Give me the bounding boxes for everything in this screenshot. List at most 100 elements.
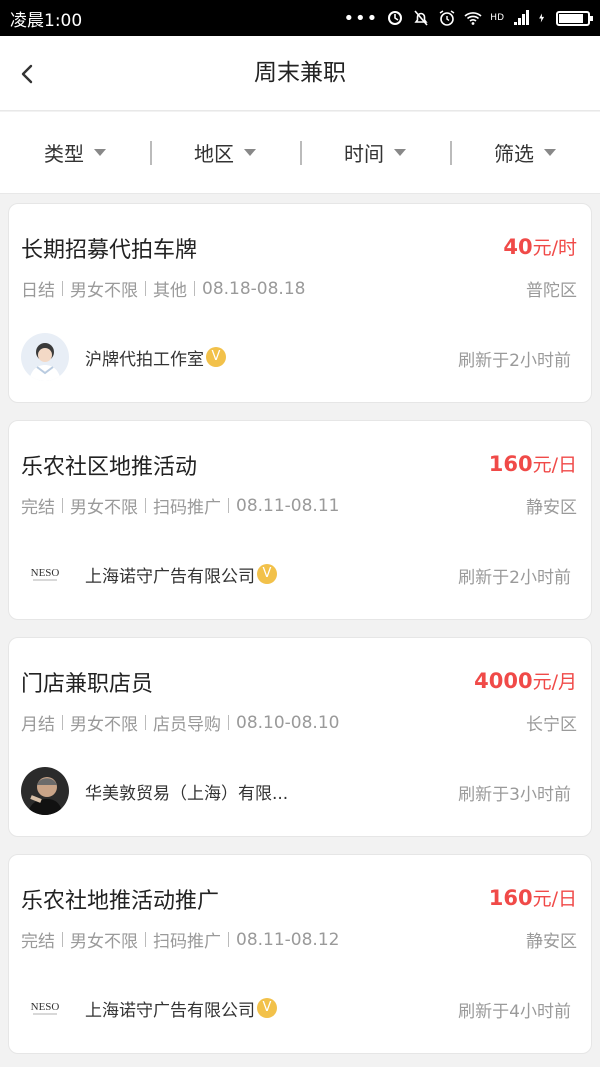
- verified-badge-icon: V: [257, 564, 277, 584]
- settlement-tag: 完结: [21, 932, 55, 952]
- divider: [145, 281, 146, 296]
- mute-bell-icon: [414, 10, 428, 26]
- job-title: 乐农社地推活动推广: [21, 889, 220, 914]
- company-row[interactable]: 沪牌代拍工作室 V: [21, 332, 226, 382]
- category-tag: 店员导购: [153, 715, 221, 735]
- pay-amount: 40: [503, 235, 533, 259]
- date-tag: 08.11-08.12: [236, 929, 340, 950]
- divider: [145, 498, 146, 513]
- filter-label: 时间: [344, 142, 384, 166]
- job-title: 乐农社区地推活动: [21, 455, 198, 480]
- status-time: 凌晨1:00: [10, 10, 83, 31]
- settlement-tag: 日结: [21, 281, 55, 301]
- company-logo: NESO: [21, 550, 69, 598]
- avatar: [21, 767, 69, 815]
- settlement-tag: 完结: [21, 498, 55, 518]
- settlement-tag: 月结: [21, 715, 55, 735]
- company-row[interactable]: 华美敦贸易（上海）有限...: [21, 766, 288, 816]
- battery-icon: [556, 10, 593, 26]
- category-tag: 扫码推广: [153, 498, 221, 518]
- battery-level: [559, 13, 583, 23]
- refresh-time: 刷新于4小时前: [458, 1002, 571, 1022]
- job-pay: 160元/日: [489, 884, 577, 911]
- job-tags: 月结 男女不限 店员导购 08.10-08.10: [21, 710, 339, 736]
- logo-text: NESO: [31, 567, 60, 579]
- verified-badge-icon: V: [206, 347, 226, 367]
- job-card[interactable]: 乐农社地推活动推广 160元/日 完结 男女不限 扫码推广 08.11-08.1…: [8, 854, 592, 1054]
- job-card[interactable]: 乐农社区地推活动 160元/日 完结 男女不限 扫码推广 08.11-08.11…: [8, 420, 592, 620]
- company-name: 上海诺守广告有限公司: [85, 566, 255, 587]
- signal-icon: [514, 10, 529, 25]
- sync-icon: [388, 11, 403, 25]
- alarm-icon: [439, 10, 455, 26]
- gender-tag: 男女不限: [70, 498, 138, 518]
- job-title: 长期招募代拍车牌: [21, 238, 198, 263]
- refresh-time: 刷新于2小时前: [458, 351, 571, 371]
- job-card[interactable]: 长期招募代拍车牌 40元/时 日结 男女不限 其他 08.18-08.18 普陀…: [8, 203, 592, 403]
- date-tag: 08.18-08.18: [202, 278, 306, 299]
- job-list: 长期招募代拍车牌 40元/时 日结 男女不限 其他 08.18-08.18 普陀…: [8, 203, 592, 1067]
- divider: [228, 932, 229, 947]
- status-bar: 凌晨1:00 ••• HD: [0, 0, 600, 36]
- verified-badge-icon: V: [257, 998, 277, 1018]
- job-tags: 完结 男女不限 扫码推广 08.11-08.11: [21, 493, 340, 519]
- pay-amount: 4000: [474, 669, 533, 693]
- avatar: [21, 333, 69, 381]
- divider: [62, 498, 63, 513]
- category-tag: 扫码推广: [153, 932, 221, 952]
- divider: [228, 715, 229, 730]
- job-tags: 完结 男女不限 扫码推广 08.11-08.12: [21, 927, 340, 953]
- pay-unit: 元/日: [532, 888, 577, 910]
- filter-label: 地区: [194, 142, 234, 166]
- pay-unit: 元/时: [532, 237, 577, 259]
- job-district: 普陀区: [526, 281, 577, 301]
- divider: [62, 932, 63, 947]
- refresh-time: 刷新于3小时前: [458, 785, 571, 805]
- filter-time[interactable]: 时间: [300, 112, 450, 193]
- job-pay: 4000元/月: [474, 667, 577, 694]
- company-name: 华美敦贸易（上海）有限...: [85, 783, 289, 804]
- charging-icon: [539, 13, 545, 23]
- caret-down-icon: [544, 149, 556, 156]
- company-row[interactable]: NESO 上海诺守广告有限公司 V: [21, 983, 277, 1033]
- page-title: 周末兼职: [254, 60, 346, 86]
- hd-badge: HD: [490, 13, 504, 23]
- filter-label: 筛选: [494, 142, 534, 166]
- filter-type[interactable]: 类型: [0, 112, 150, 193]
- gender-tag: 男女不限: [70, 281, 138, 301]
- pay-unit: 元/日: [532, 454, 577, 476]
- job-card[interactable]: 门店兼职店员 4000元/月 月结 男女不限 店员导购 08.10-08.10 …: [8, 637, 592, 837]
- more-dots-icon: •••: [343, 7, 379, 29]
- caret-down-icon: [244, 149, 256, 156]
- filter-label: 类型: [44, 142, 84, 166]
- wifi-icon: [464, 12, 482, 25]
- company-name: 沪牌代拍工作室: [85, 349, 204, 370]
- company-row[interactable]: NESO 上海诺守广告有限公司 V: [21, 549, 277, 599]
- caret-down-icon: [94, 149, 106, 156]
- job-district: 静安区: [526, 498, 577, 518]
- job-district: 静安区: [526, 932, 577, 952]
- job-district: 长宁区: [526, 715, 577, 735]
- status-icons: ••• HD: [343, 7, 593, 29]
- category-tag: 其他: [153, 281, 187, 301]
- divider: [194, 281, 195, 296]
- job-pay: 160元/日: [489, 450, 577, 477]
- job-tags: 日结 男女不限 其他 08.18-08.18: [21, 276, 306, 302]
- pay-unit: 元/月: [532, 671, 577, 693]
- gender-tag: 男女不限: [70, 715, 138, 735]
- filter-screen[interactable]: 筛选: [450, 112, 600, 193]
- caret-down-icon: [394, 149, 406, 156]
- divider: [62, 281, 63, 296]
- pay-amount: 160: [488, 452, 533, 476]
- divider: [62, 715, 63, 730]
- filter-region[interactable]: 地区: [150, 112, 300, 193]
- logo-text: NESO: [31, 1001, 60, 1013]
- gender-tag: 男女不限: [70, 932, 138, 952]
- divider: [228, 498, 229, 513]
- divider: [145, 932, 146, 947]
- divider: [145, 715, 146, 730]
- date-tag: 08.11-08.11: [236, 495, 340, 516]
- company-logo: NESO: [21, 984, 69, 1032]
- company-name: 上海诺守广告有限公司: [85, 1000, 255, 1021]
- job-pay: 40元/时: [503, 233, 577, 260]
